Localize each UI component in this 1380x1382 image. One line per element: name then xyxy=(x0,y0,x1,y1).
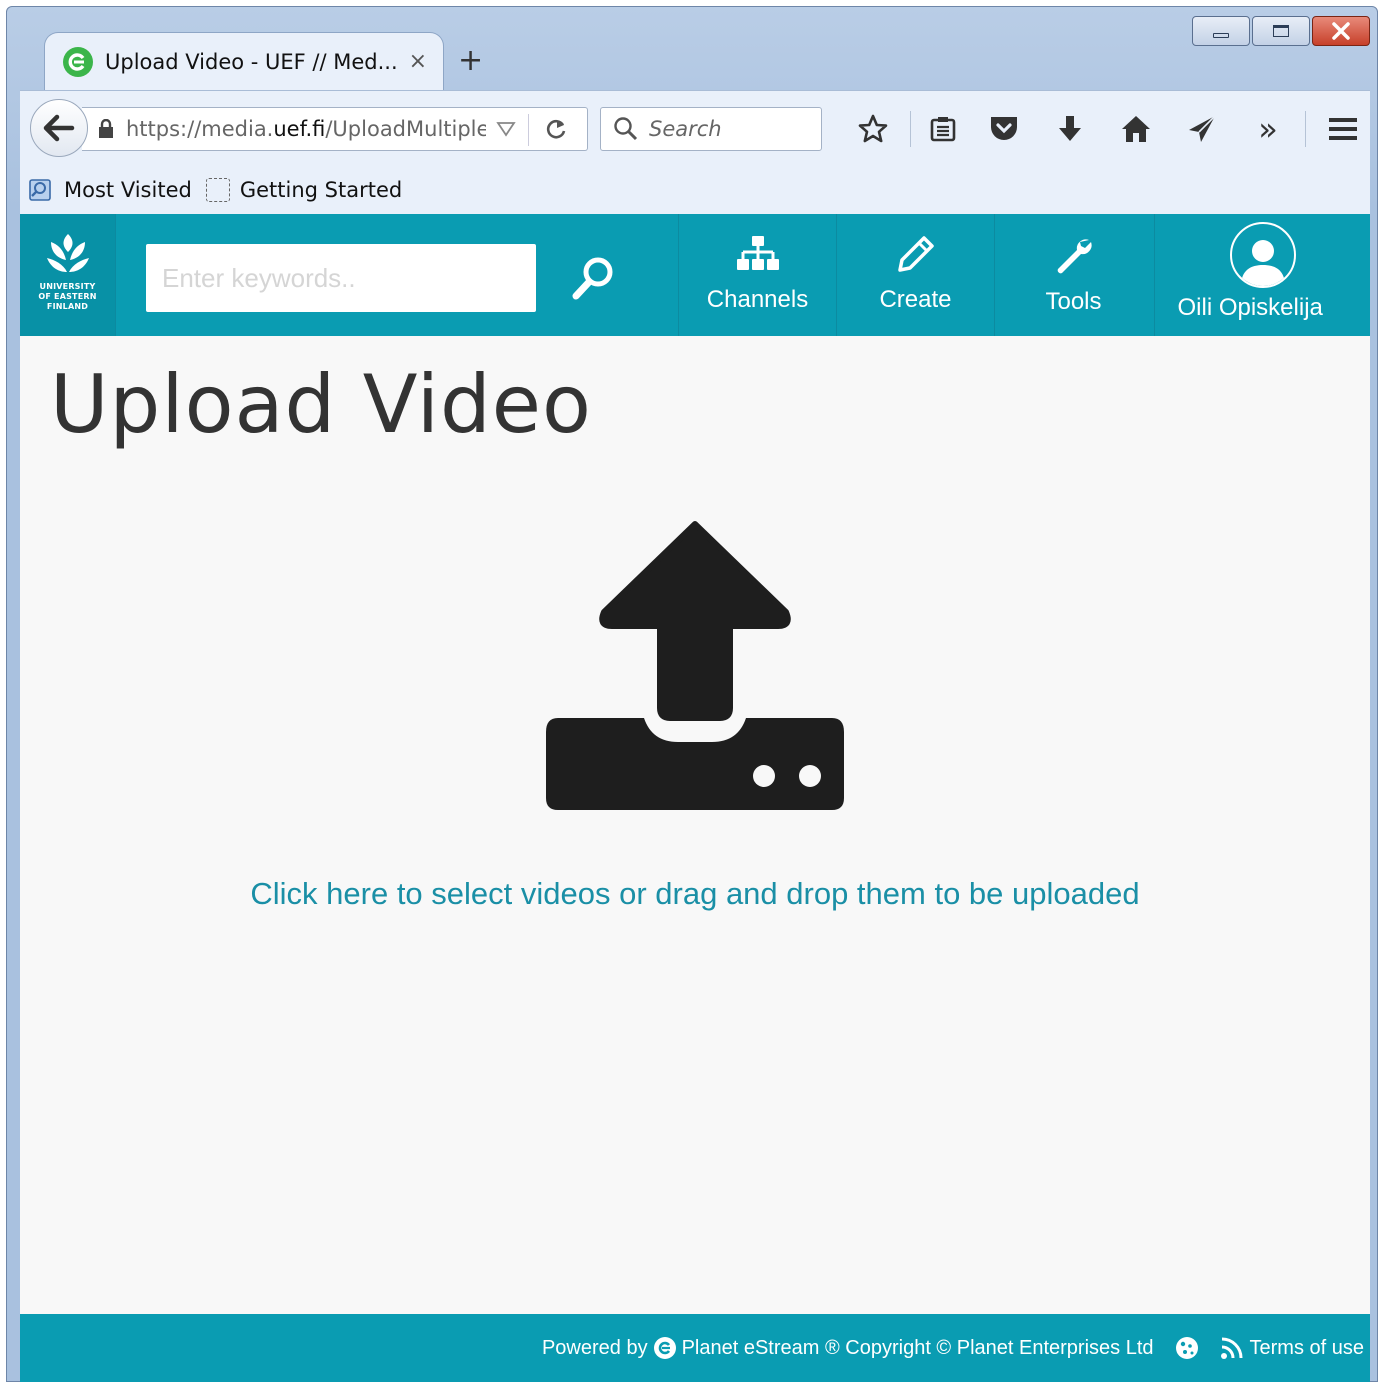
upload-icon[interactable] xyxy=(544,520,846,812)
bookmark-folder-icon xyxy=(29,179,51,201)
url-dropdown-icon[interactable] xyxy=(495,118,517,140)
close-window-button[interactable] xyxy=(1312,16,1370,46)
minimize-icon xyxy=(1213,32,1229,38)
maximize-icon xyxy=(1273,25,1289,37)
browser-search-field[interactable]: Search xyxy=(600,107,822,151)
search-placeholder: Search xyxy=(649,117,722,141)
avatar xyxy=(1229,222,1296,288)
hamburger-icon xyxy=(1329,118,1357,140)
url-text: https://media.uef.fi/UploadMultiple xyxy=(126,117,486,141)
upload-select-link[interactable]: Click here to select videos or drag and … xyxy=(20,876,1370,912)
clipboard-list-icon xyxy=(930,117,956,142)
back-arrow-icon xyxy=(43,114,75,142)
keyword-search-button[interactable] xyxy=(566,250,622,306)
pencil-icon xyxy=(897,236,934,272)
wrench-icon xyxy=(1057,239,1092,274)
user-name: Oili Opiskelija xyxy=(1177,294,1323,321)
pocket-icon xyxy=(991,117,1017,140)
user-menu[interactable]: Oili Opiskelija xyxy=(1154,214,1370,336)
minimize-button[interactable] xyxy=(1192,16,1250,46)
bookmarks-toolbar: Most Visited Getting Started xyxy=(20,166,1370,214)
menu-tools[interactable]: Tools xyxy=(994,214,1152,336)
bookmark-star-button[interactable] xyxy=(840,109,906,149)
hamburger-menu-button[interactable] xyxy=(1310,109,1376,149)
estream-favicon-icon xyxy=(63,46,93,77)
menu-label: Tools xyxy=(1045,288,1102,315)
maximize-button[interactable] xyxy=(1252,16,1310,46)
browser-tab[interactable]: Upload Video - UEF // Med... × xyxy=(44,32,444,90)
download-arrow-icon xyxy=(1059,116,1081,141)
home-button[interactable] xyxy=(1103,109,1169,149)
keyword-search-input[interactable] xyxy=(146,244,536,312)
back-button[interactable] xyxy=(30,99,88,157)
browser-toolbar: » xyxy=(840,109,1376,149)
sitemap-icon xyxy=(736,236,779,270)
menu-create[interactable]: Create xyxy=(836,214,994,336)
copyright-text: Planet eStream ® Copyright © Planet Ente… xyxy=(681,1336,1154,1359)
menu-label: Create xyxy=(879,286,952,313)
overflow-menu-button[interactable]: » xyxy=(1235,109,1301,149)
tab-close-icon[interactable]: × xyxy=(409,49,427,74)
logo-text: UNIVERSITY OF EASTERN FINLAND xyxy=(38,282,97,311)
user-icon xyxy=(1240,240,1285,286)
bookmark-most-visited[interactable]: Most Visited xyxy=(28,177,192,203)
url-separator xyxy=(528,114,529,146)
lock-icon xyxy=(99,119,113,138)
downloads-button[interactable] xyxy=(1037,109,1103,149)
pocket-button[interactable] xyxy=(971,109,1037,149)
uef-logo[interactable]: UNIVERSITY OF EASTERN FINLAND xyxy=(20,214,116,336)
home-icon xyxy=(1122,116,1150,142)
navigation-bar: https://media.uef.fi/UploadMultiple Sear… xyxy=(20,90,1370,166)
bookmark-label: Most Visited xyxy=(64,178,192,202)
powered-by-text: Powered by xyxy=(541,1336,648,1359)
magnifier-icon xyxy=(614,117,638,141)
reload-icon[interactable] xyxy=(543,116,569,142)
toolbar-separator xyxy=(1305,111,1306,147)
new-tab-button[interactable]: + xyxy=(458,46,483,76)
paper-plane-icon xyxy=(1189,115,1216,142)
site-header: UNIVERSITY OF EASTERN FINLAND Channels C… xyxy=(20,214,1370,336)
search-icon xyxy=(572,257,613,300)
close-icon xyxy=(1332,22,1350,40)
terms-of-use-link[interactable]: Terms of use xyxy=(1250,1337,1364,1360)
send-button[interactable] xyxy=(1169,109,1235,149)
toolbar-separator xyxy=(910,111,911,147)
double-chevron-icon: » xyxy=(1258,110,1278,148)
window-controls xyxy=(1192,16,1370,46)
page-placeholder-icon xyxy=(205,178,230,202)
bookmark-getting-started[interactable]: Getting Started xyxy=(205,178,403,202)
tab-title: Upload Video - UEF // Med... xyxy=(105,49,398,74)
menu-label: Channels xyxy=(706,286,809,313)
page-content: UNIVERSITY OF EASTERN FINLAND Channels C… xyxy=(20,214,1370,1382)
site-footer: Powered by Planet eStream ® Copyright © … xyxy=(20,1314,1370,1382)
menu-channels[interactable]: Channels xyxy=(678,214,836,336)
uef-logo-icon xyxy=(46,234,89,272)
rss-icon[interactable] xyxy=(1220,1336,1244,1360)
bookmarks-menu-button[interactable] xyxy=(915,109,971,149)
url-bar[interactable]: https://media.uef.fi/UploadMultiple xyxy=(82,107,588,151)
cookie-icon[interactable] xyxy=(1174,1335,1200,1361)
bookmark-label: Getting Started xyxy=(239,178,403,202)
star-icon xyxy=(858,114,888,143)
estream-logo-icon xyxy=(653,1337,676,1359)
page-title: Upload Video xyxy=(50,358,592,451)
